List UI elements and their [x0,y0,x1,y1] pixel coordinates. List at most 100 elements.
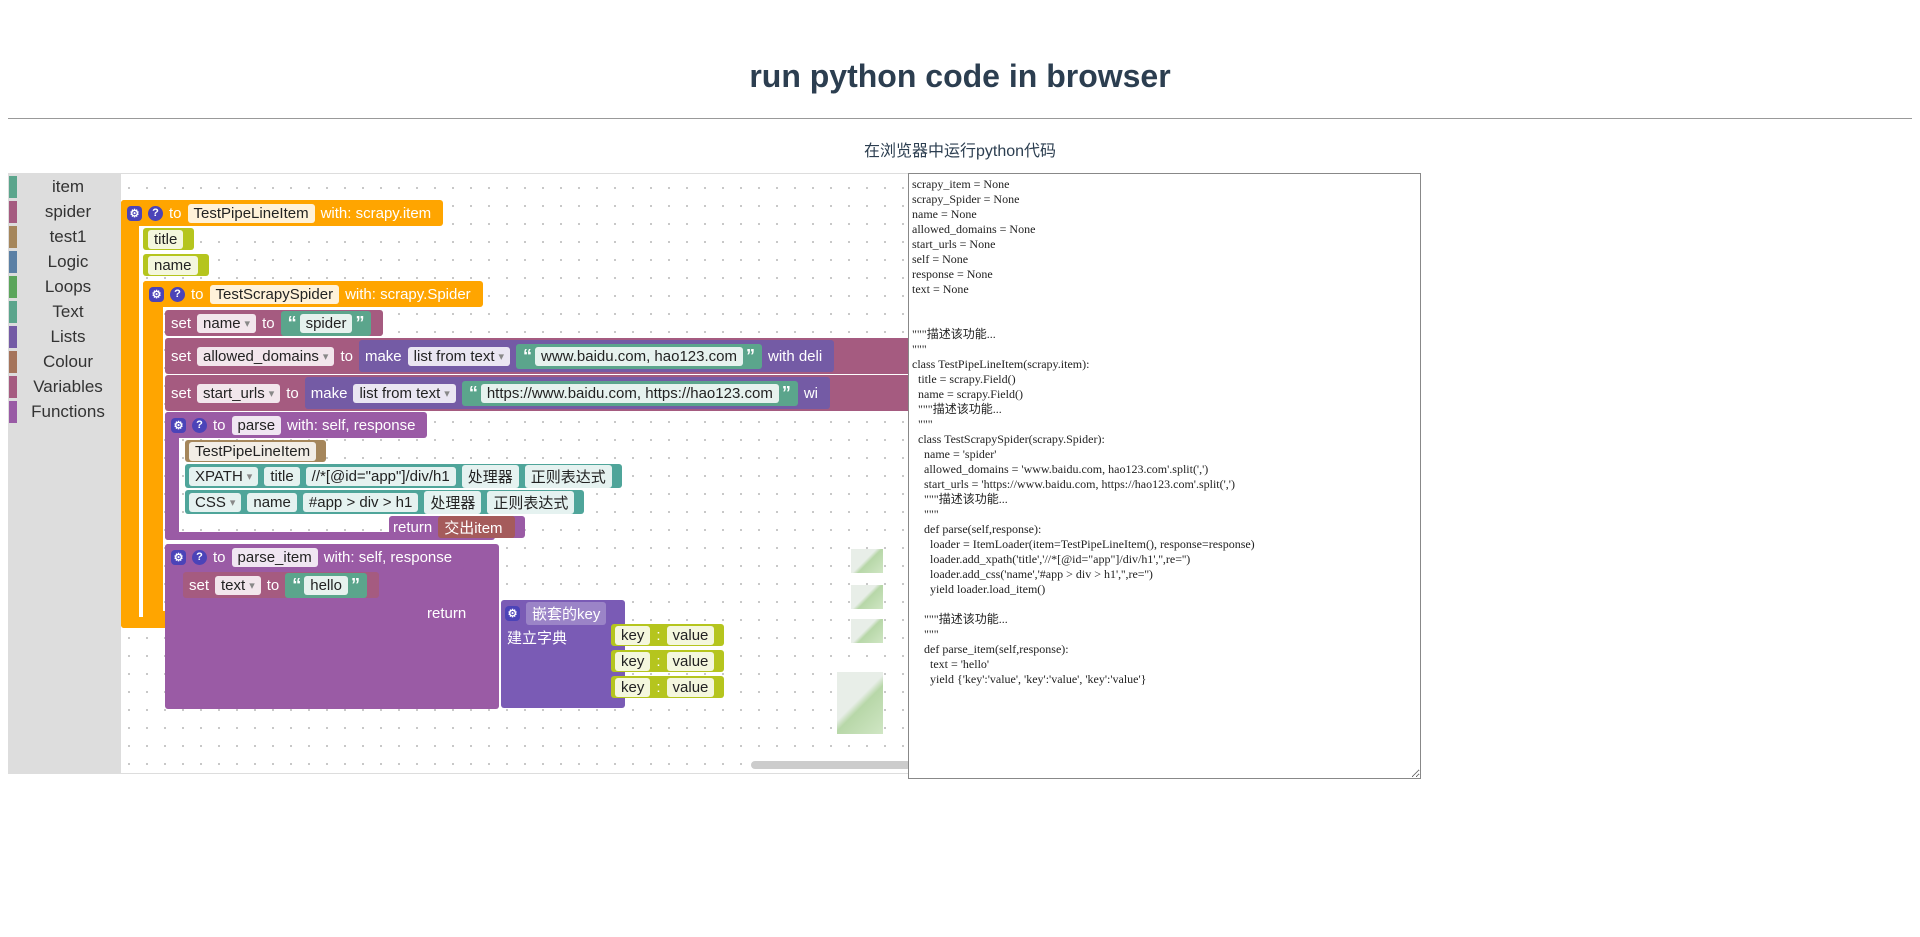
processor-field[interactable]: 处理器 [424,490,482,514]
field-title-label[interactable]: title [148,229,184,249]
parse-procedure-header[interactable]: ⚙ ? to parse with: self, response [165,412,428,438]
selector-type-dropdown[interactable]: XPATH [189,466,259,486]
category-label: Text [52,301,84,321]
field-block-name[interactable]: name [143,254,209,276]
spider-procedure-name[interactable]: TestScrapySpider [209,284,340,304]
loader-item-name[interactable]: TestPipeLineItem [189,441,317,461]
key-value-block[interactable]: key: value [611,676,725,698]
item-procedure-body[interactable] [121,200,139,628]
item-procedure-name[interactable]: TestPipeLineItem [187,203,315,223]
set-name-block[interactable]: set name to “ spider ” [165,310,384,336]
list-mode-dropdown[interactable]: list from text [407,346,511,366]
to-label: to [213,548,226,566]
horizontal-scrollbar[interactable] [751,761,909,769]
regex-field[interactable]: 正则表达式 [487,490,575,514]
toolbox-category-lists[interactable]: Lists [9,324,121,349]
make-list-block[interactable]: make list from text “ https://www.baidu.… [304,377,830,409]
category-label: Functions [31,401,105,421]
set-allowed-domains-block[interactable]: set allowed_domains to make list from te… [165,338,909,374]
toolbox-category-colour[interactable]: Colour [9,349,121,374]
text-value[interactable]: spider [299,313,353,333]
parse-item-procedure-name[interactable]: parse_item [231,547,318,567]
to-label: to [169,204,182,222]
text-block[interactable]: “ hello ” [285,572,367,598]
blockly-workspace[interactable]: item spider test1 Logic Loops Text Lists Colour… [8,173,910,774]
set-label: set [189,576,210,594]
gear-icon[interactable]: ⚙ [171,417,186,433]
toolbox-category-text[interactable]: Text [9,299,121,324]
toolbox-category-spider[interactable]: spider [9,199,121,224]
help-icon[interactable]: ? [192,417,207,433]
blockly-canvas[interactable]: ⚙ ? to TestPipeLineItem with: scrapy.ite… [121,174,909,773]
gear-icon[interactable]: ⚙ [149,286,164,302]
category-color-swatch [9,375,17,398]
text-value[interactable]: https://www.baidu.com, https://hao123.co… [480,383,779,403]
variable-dropdown[interactable]: text [215,575,261,595]
parse-procedure-name[interactable]: parse [231,415,282,435]
gear-icon[interactable]: ⚙ [171,549,186,565]
gear-icon[interactable]: ⚙ [127,205,142,221]
parse-item-procedure-args: with: self, response [323,548,453,566]
close-quote-icon: ” [355,312,365,333]
selector-field[interactable]: title [264,466,300,486]
make-list-block[interactable]: make list from text “ www.baidu.com, hao… [358,340,835,372]
regex-field[interactable]: 正则表达式 [524,464,612,488]
toolbox-category-variables[interactable]: Variables [9,374,121,399]
item-loader-block[interactable]: TestPipeLineItem [185,440,327,462]
field-name-label[interactable]: name [148,255,198,275]
selector-field[interactable]: name [247,492,297,512]
help-icon[interactable]: ? [148,205,163,221]
parse-item-procedure-header[interactable]: ⚙ ? to parse_item with: self, response [165,544,465,570]
toolbox-category-logic[interactable]: Logic [9,249,121,274]
selector-type-dropdown[interactable]: CSS [189,492,242,512]
toolbox-category-loops[interactable]: Loops [9,274,121,299]
dict-separator: : [656,626,661,644]
set-text-block[interactable]: set text to “ hello ” [183,572,379,598]
code-output[interactable]: scrapy_item = None scrapy_Spider = None … [908,173,1421,779]
field-block-title[interactable]: title [143,228,195,250]
text-value[interactable]: hello [304,575,348,595]
xpath-selector-block[interactable]: XPATH title //*[@id="app"]/div/h1 处理器 正则… [185,464,622,488]
set-start-urls-block[interactable]: set start_urls to make list from text “ … [165,375,909,411]
css-selector-block[interactable]: CSS name #app > div > h1 处理器 正则表达式 [185,490,585,514]
variable-dropdown[interactable]: allowed_domains [197,346,335,366]
toolbox-category-test1[interactable]: test1 [9,224,121,249]
item-procedure-header[interactable]: ⚙ ? to TestPipeLineItem with: scrapy.ite… [121,200,444,226]
to-label: to [266,576,280,594]
dict-value[interactable]: value [666,677,715,697]
selector-expression[interactable]: //*[@id="app"]/div/h1 [305,466,456,486]
dict-value[interactable]: value [666,651,715,671]
dict-key[interactable]: key [615,651,651,671]
key-value-block[interactable]: key: value [611,624,725,646]
key-value-block[interactable]: key: value [611,650,725,672]
variable-dropdown[interactable]: start_urls [197,383,281,403]
text-value[interactable]: www.baidu.com, hao123.com [535,346,743,366]
to-label: to [213,416,226,434]
text-block[interactable]: “ https://www.baidu.com, https://hao123.… [461,380,798,406]
selector-expression[interactable]: #app > div > h1 [302,492,419,512]
dict-key[interactable]: key [615,677,651,697]
variable-dropdown[interactable]: name [197,313,257,333]
return-label: return [393,518,433,536]
dict-value[interactable]: value [666,625,715,645]
gear-icon[interactable]: ⚙ [505,605,520,621]
nested-key-label[interactable]: 嵌套的key [526,601,607,625]
list-mode-dropdown[interactable]: list from text [353,383,456,403]
text-block[interactable]: “ spider ” [280,310,372,336]
toolbox-category-item[interactable]: item [9,174,121,199]
yield-item-block[interactable]: 交出item [438,516,515,538]
to-label: to [286,384,299,402]
image-thumbnail [837,672,883,734]
processor-field[interactable]: 处理器 [461,464,519,488]
category-color-swatch [9,200,17,223]
category-label: Colour [42,351,94,371]
toolbox-category-functions[interactable]: Functions [9,399,121,424]
text-block[interactable]: “ www.baidu.com, hao123.com ” [516,343,762,369]
help-icon[interactable]: ? [170,286,185,302]
spider-procedure-body[interactable] [143,281,163,621]
title-divider [8,118,1912,119]
spider-procedure-header[interactable]: ⚙ ? to TestScrapySpider with: scrapy.Spi… [143,281,483,307]
help-icon[interactable]: ? [192,549,207,565]
dict-key[interactable]: key [615,625,651,645]
set-label: set [171,384,192,402]
